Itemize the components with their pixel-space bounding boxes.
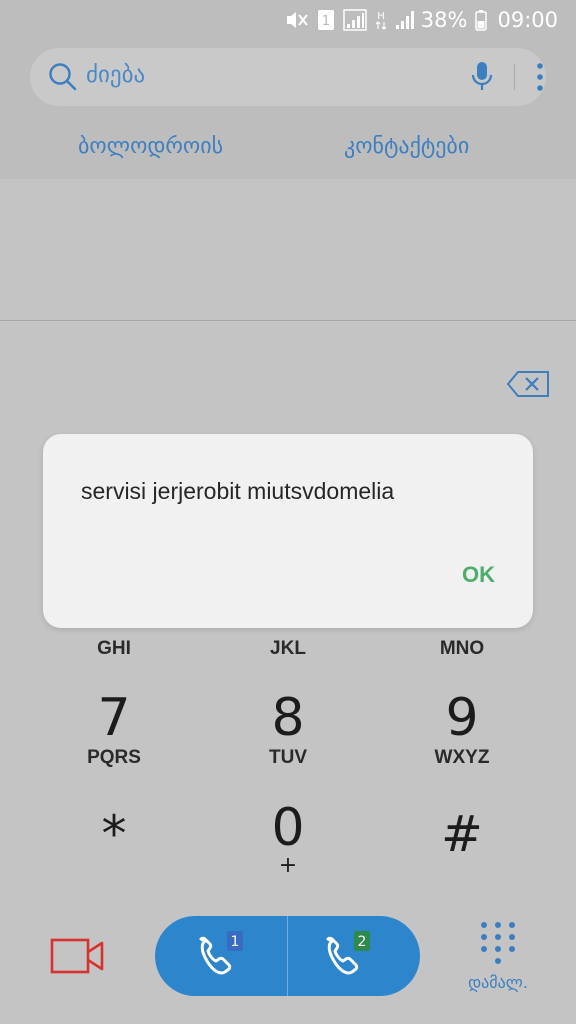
number-field-divider [0,320,576,321]
phone-icon [199,936,232,975]
svg-text:H: H [377,11,385,22]
key-letters: TUV [269,747,307,768]
key-0[interactable]: 0 + [192,798,384,878]
keypad-icon [481,922,515,964]
ok-button[interactable]: OK [462,562,495,588]
phone-icon [326,936,359,975]
data-h-icon: H [375,9,387,31]
search-icon[interactable] [48,62,78,97]
svg-text:1: 1 [322,14,330,29]
signal-sim1-icon [343,9,367,31]
key-8[interactable]: 8 TUV [192,690,384,770]
key-letters: WXYZ [434,747,490,768]
key-7[interactable]: 7 PQRS [18,690,210,770]
tab-contacts[interactable]: კონტაქტები [344,134,469,159]
key-digit: 0 [271,798,305,858]
key-4-letters[interactable]: GHI [18,638,210,660]
key-digit: 8 [271,688,305,748]
call-sim2-button[interactable]: 2 [288,916,420,996]
battery-percent: 38% [420,8,468,32]
key-hash[interactable]: # [366,806,558,862]
mute-vibrate-icon [285,9,309,31]
search-bar[interactable]: ძიება [30,48,546,106]
hide-keypad-label: დამალ. [468,973,528,992]
key-letters: PQRS [87,747,141,768]
alert-dialog: servisi jerjerobit miutsvdomelia OK [43,434,533,628]
key-digit: 7 [97,688,131,748]
svg-text:1: 1 [231,934,240,950]
search-divider [514,64,515,90]
microphone-icon[interactable] [470,60,494,99]
key-symbol: * [101,805,127,863]
svg-text:2: 2 [358,934,367,950]
tab-recent[interactable]: ბოლოდროის [78,134,223,159]
key-5-letters[interactable]: JKL [192,638,384,660]
call-buttons: 1 2 [155,916,420,996]
key-star[interactable]: * [18,806,210,862]
signal-sim2-icon [395,10,415,30]
key-9[interactable]: 9 WXYZ [366,690,558,770]
sim-1-icon: 1 [317,9,335,31]
dialog-message: servisi jerjerobit miutsvdomelia [81,478,395,504]
key-symbol: # [441,805,483,863]
hide-keypad-button[interactable]: დამალ. [462,920,534,992]
video-call-icon[interactable] [50,936,106,981]
key-plus: + [278,853,298,878]
backspace-icon[interactable] [506,370,550,403]
more-options-icon[interactable] [536,62,544,97]
status-bar: 1 H 38% 09:00 [0,0,576,40]
clock: 09:00 [497,8,558,32]
battery-icon [475,9,488,31]
key-digit: 9 [445,688,479,748]
call-sim1-button[interactable]: 1 [155,916,287,996]
search-input[interactable]: ძიება [86,62,145,88]
key-6-letters[interactable]: MNO [366,638,558,660]
